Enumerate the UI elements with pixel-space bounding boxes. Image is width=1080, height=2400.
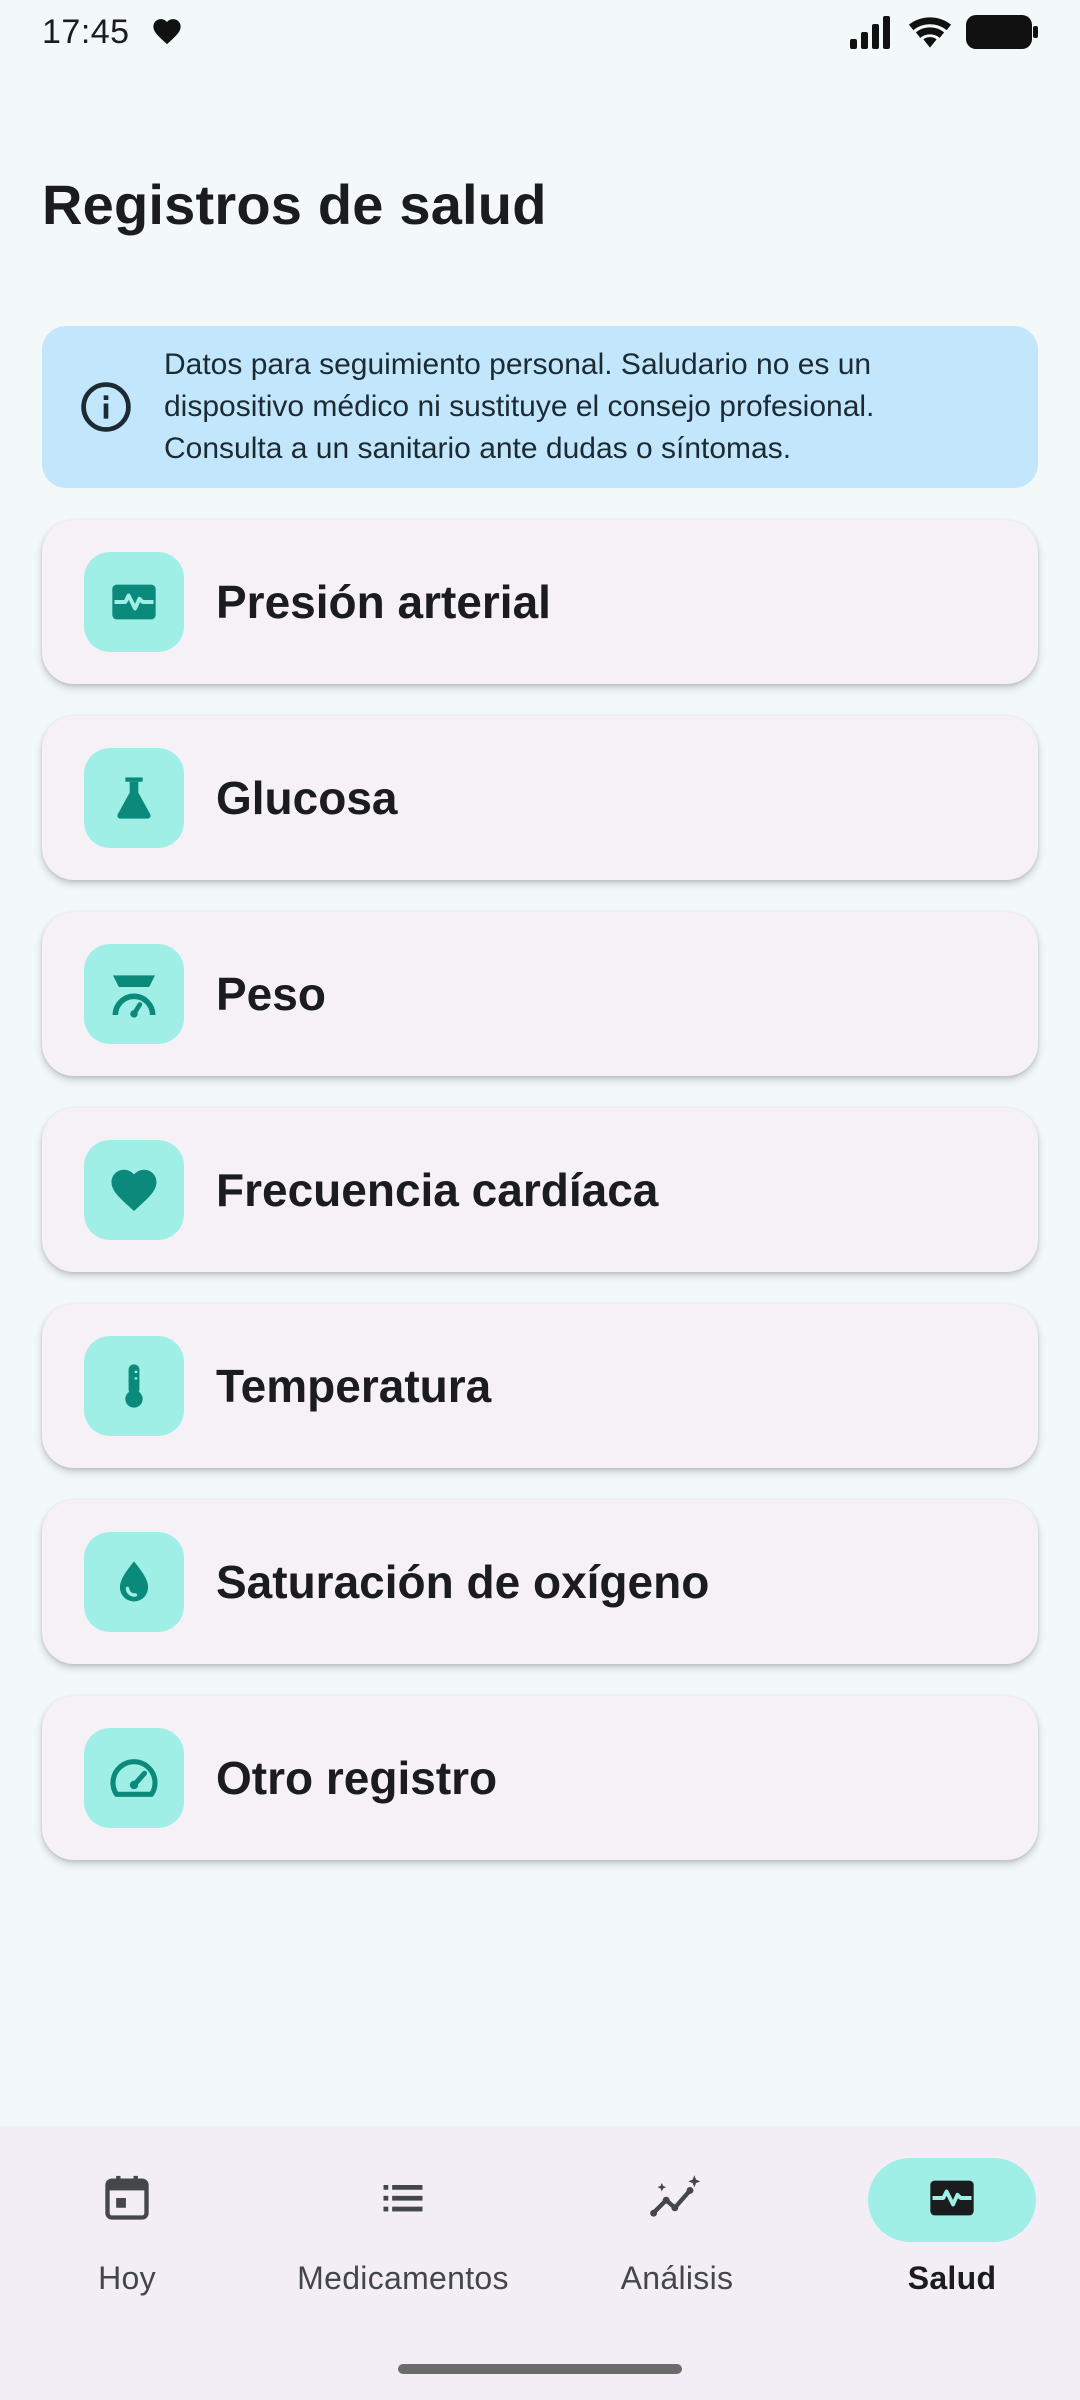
record-card-other[interactable]: Otro registro	[42, 1696, 1038, 1860]
heart-icon	[150, 15, 184, 50]
home-indicator[interactable]	[398, 2364, 682, 2374]
nav-item-medications[interactable]: Medicamentos	[283, 2158, 523, 2318]
disclaimer-text: Datos para seguimiento personal. Saludar…	[164, 348, 875, 465]
bottom-navigation: Hoy Medicamentos Análisis Salud	[0, 2126, 1080, 2400]
signal-icon	[848, 15, 894, 49]
list-icon	[377, 2172, 429, 2229]
flask-icon	[84, 748, 184, 848]
heart-icon	[84, 1140, 184, 1240]
record-card-label: Peso	[216, 968, 326, 1020]
drop-icon	[84, 1532, 184, 1632]
calendar-icon	[101, 2172, 153, 2229]
record-card-label: Presión arterial	[216, 576, 551, 628]
record-card-label: Frecuencia cardíaca	[216, 1164, 659, 1216]
record-card-blood-pressure[interactable]: Presión arterial	[42, 520, 1038, 684]
nav-item-analysis[interactable]: Análisis	[557, 2158, 797, 2318]
nav-item-today[interactable]: Hoy	[7, 2158, 247, 2318]
record-card-label: Temperatura	[216, 1360, 492, 1412]
nav-label: Medicamentos	[297, 2260, 509, 2296]
nav-item-health[interactable]: Salud	[832, 2158, 1072, 2318]
record-card-label: Glucosa	[216, 772, 398, 824]
record-card-temperature[interactable]: Temperatura	[42, 1304, 1038, 1468]
record-card-label: Saturación de oxígeno	[216, 1556, 710, 1608]
nav-label: Hoy	[98, 2260, 156, 2296]
page-title: Registros de salud	[42, 173, 547, 236]
record-card-heart-rate[interactable]: Frecuencia cardíaca	[42, 1108, 1038, 1272]
nav-label: Análisis	[620, 2260, 734, 2296]
health-records-screen: 17:45 Registros de salud Datos para segu…	[0, 0, 1080, 2400]
record-card-glucose[interactable]: Glucosa	[42, 716, 1038, 880]
status-time: 17:45	[42, 12, 130, 51]
battery-icon	[966, 15, 1038, 49]
gauge-icon	[84, 1728, 184, 1828]
status-bar: 17:45	[0, 0, 1080, 64]
nav-pill	[319, 2158, 487, 2242]
thermometer-icon	[84, 1336, 184, 1436]
record-card-label: Otro registro	[216, 1752, 498, 1804]
analytics-icon	[647, 2172, 707, 2229]
info-icon	[78, 379, 134, 435]
nav-label: Salud	[907, 2260, 997, 2296]
record-list: Presión arterial Glucosa Peso Frecuencia…	[42, 520, 1038, 1892]
disclaimer-banner: Datos para seguimiento personal. Saludar…	[42, 326, 1038, 488]
record-card-weight[interactable]: Peso	[42, 912, 1038, 1076]
nav-pill	[593, 2158, 761, 2242]
blood-pressure-icon	[84, 552, 184, 652]
record-card-oxygen[interactable]: Saturación de oxígeno	[42, 1500, 1038, 1664]
scale-icon	[84, 944, 184, 1044]
nav-pill	[43, 2158, 211, 2242]
wifi-icon	[908, 15, 952, 49]
monitor-heart-icon	[924, 2172, 980, 2229]
nav-pill-active	[868, 2158, 1036, 2242]
